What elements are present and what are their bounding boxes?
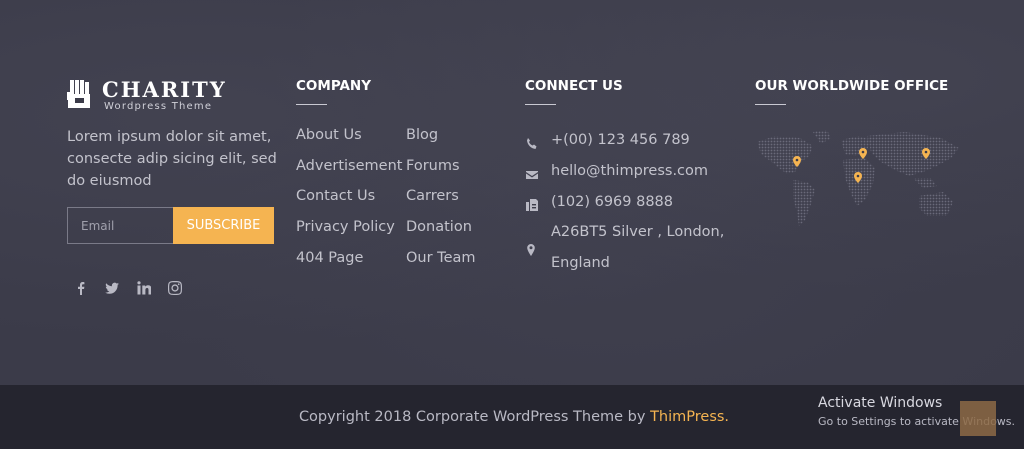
twitter-icon[interactable]	[105, 280, 121, 296]
contact-fax: (102) 6969 8888	[551, 194, 674, 210]
company-heading-divider	[296, 104, 327, 105]
office-heading: OUR WORLDWIDE OFFICE	[755, 78, 949, 94]
about-text: Lorem ipsum dolor sit amet, consecte adi…	[67, 129, 277, 189]
envelope-icon	[525, 167, 539, 181]
contact-address-line1: A26BT5 Silver , London,	[551, 224, 725, 240]
email-input[interactable]	[67, 207, 174, 244]
copyright-prefix: Copyright 2018 Corporate WordPress Theme…	[298, 409, 651, 425]
link-donation[interactable]: Donation	[406, 219, 472, 235]
phone-icon	[525, 136, 539, 150]
office-heading-divider	[755, 104, 786, 105]
world-map	[757, 130, 959, 226]
connect-heading: CONNECT US	[525, 78, 623, 94]
footer-bottom-bar: Copyright 2018 Corporate WordPress Theme…	[0, 385, 1024, 449]
link-carrers[interactable]: Carrers	[406, 188, 459, 204]
link-privacy-policy[interactable]: Privacy Policy	[296, 219, 395, 235]
instagram-icon[interactable]	[168, 280, 184, 296]
link-404-page[interactable]: 404 Page	[296, 250, 363, 266]
link-forums[interactable]: Forums	[406, 158, 460, 174]
contact-email[interactable]: hello@thimpress.com	[551, 163, 708, 179]
logo-title: CHARITY	[102, 77, 227, 102]
contact-address-line2: England	[551, 255, 610, 271]
link-our-team[interactable]: Our Team	[406, 250, 476, 266]
connect-heading-divider	[525, 104, 556, 105]
link-blog[interactable]: Blog	[406, 127, 438, 143]
hand-logo-icon	[67, 80, 90, 108]
subscribe-button[interactable]: SUBSCRIBE	[173, 207, 274, 244]
logo-tagline: Wordpress Theme	[104, 101, 213, 112]
link-contact-us[interactable]: Contact Us	[296, 188, 375, 204]
thimpress-link[interactable]: ThimPress.	[650, 409, 729, 425]
facebook-icon[interactable]	[74, 280, 90, 296]
footer-main: CHARITY Wordpress Theme Lorem ipsum dolo…	[0, 0, 1024, 385]
map-marker-icon	[524, 242, 538, 256]
linkedin-icon[interactable]	[137, 280, 153, 296]
site-logo[interactable]: CHARITY Wordpress Theme	[67, 77, 247, 113]
link-advertisement[interactable]: Advertisement	[296, 158, 402, 174]
fax-icon	[525, 197, 539, 211]
back-to-top-button[interactable]	[960, 401, 996, 436]
activate-windows-title: Activate Windows	[818, 395, 943, 411]
newsletter-form: SUBSCRIBE	[67, 207, 274, 244]
contact-phone: +(00) 123 456 789	[551, 132, 690, 148]
company-heading: COMPANY	[296, 78, 371, 94]
link-about-us[interactable]: About Us	[296, 127, 362, 143]
